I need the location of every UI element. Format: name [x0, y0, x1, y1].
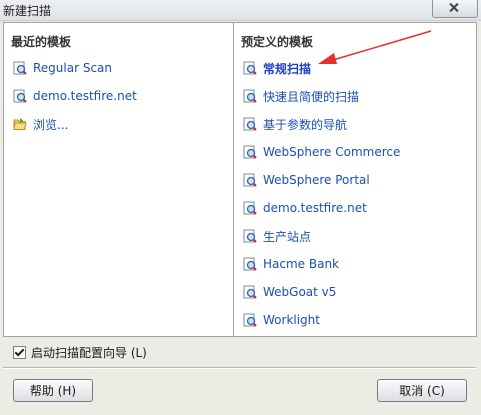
launch-wizard-label: 启动扫描配置向导 (L) — [31, 346, 147, 360]
template-regular-scan[interactable]: 常规扫描 — [243, 59, 311, 77]
template-label: WebSphere Portal — [263, 173, 370, 187]
divider — [3, 367, 476, 369]
window-title: 新建扫描 — [3, 4, 52, 18]
template-label: Hacme Bank — [263, 257, 340, 271]
close-button[interactable] — [432, 0, 478, 18]
template-label: WebGoat v5 — [263, 285, 337, 299]
template-production-site[interactable]: 生产站点 — [243, 227, 311, 245]
template-label: 快速且简便的扫描 — [263, 89, 360, 104]
template-label: 常规扫描 — [263, 61, 312, 76]
scan-template-icon — [243, 145, 257, 159]
recent-templates-panel: 最近的模板 Regular Scan demo.testfire.net 浏览.… — [3, 22, 234, 337]
browse-label: 浏览... — [33, 117, 69, 132]
template-websphere-commerce[interactable]: WebSphere Commerce — [243, 143, 400, 161]
scan-template-icon — [243, 173, 257, 187]
template-parameter-navigation[interactable]: 基于参数的导航 — [243, 115, 347, 133]
predefined-templates-panel: 预定义的模板 常规扫描 快速且简便的扫描 基于参数的导航 WebSphere C… — [233, 22, 477, 337]
template-label: 基于参数的导航 — [263, 117, 348, 132]
scan-template-icon — [243, 285, 257, 299]
template-quick-and-easy[interactable]: 快速且简便的扫描 — [243, 87, 359, 105]
template-webgoat-v5[interactable]: WebGoat v5 — [243, 283, 336, 301]
cancel-button[interactable]: 取消 (C) — [377, 379, 467, 402]
template-hacme-bank[interactable]: Hacme Bank — [243, 255, 339, 273]
help-button[interactable]: 帮助 (H) — [13, 379, 93, 402]
template-label: demo.testfire.net — [263, 201, 367, 215]
launch-wizard-checkbox[interactable] — [13, 346, 26, 359]
template-label: WebSphere Commerce — [263, 145, 401, 159]
recent-item-label: demo.testfire.net — [33, 89, 137, 103]
scan-template-icon — [243, 229, 257, 243]
template-label: 生产站点 — [263, 229, 312, 244]
title-bar: 新建扫描 — [0, 0, 481, 21]
scan-template-icon — [13, 61, 27, 75]
predefined-templates-header: 预定义的模板 — [241, 35, 314, 49]
scan-template-icon — [243, 117, 257, 131]
recent-item-regular-scan[interactable]: Regular Scan — [13, 59, 112, 77]
scan-template-icon — [243, 313, 257, 327]
scan-template-icon — [13, 89, 27, 103]
scan-template-icon — [243, 61, 257, 75]
template-label: Worklight — [263, 313, 320, 327]
scan-template-icon — [243, 201, 257, 215]
browse-button[interactable]: 浏览... — [13, 115, 68, 133]
scan-template-icon — [243, 257, 257, 271]
template-worklight[interactable]: Worklight — [243, 311, 320, 329]
template-websphere-portal[interactable]: WebSphere Portal — [243, 171, 370, 189]
template-demo-testfire[interactable]: demo.testfire.net — [243, 199, 367, 217]
recent-item-label: Regular Scan — [33, 61, 113, 75]
recent-templates-header: 最近的模板 — [11, 35, 72, 49]
launch-wizard-option[interactable]: 启动扫描配置向导 (L) — [13, 344, 147, 361]
recent-item-demo-testfire[interactable]: demo.testfire.net — [13, 87, 137, 105]
open-folder-icon — [13, 118, 27, 130]
scan-template-icon — [243, 89, 257, 103]
